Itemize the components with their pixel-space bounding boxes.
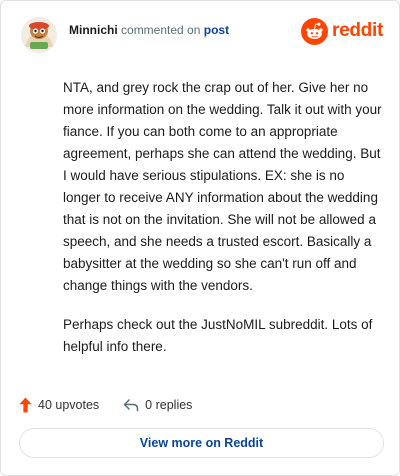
reddit-logo-icon [301, 17, 329, 45]
upvote-button[interactable]: 40 upvotes [19, 397, 99, 413]
view-more-button[interactable]: View more on Reddit [19, 428, 384, 458]
reply-count: 0 replies [145, 398, 193, 412]
comment-actions: 40 upvotes 0 replies [19, 395, 192, 415]
reply-arrow-icon [123, 399, 139, 412]
username[interactable]: Minnichi [69, 23, 118, 37]
post-link[interactable]: post [204, 23, 229, 37]
upvote-count: 40 upvotes [38, 398, 100, 412]
replies-button[interactable]: 0 replies [123, 398, 192, 412]
comment-body: NTA, and grey rock the crap out of her. … [63, 77, 383, 358]
comment-header: Minnichi commented on post reddit [21, 17, 383, 53]
reddit-wordmark: reddit [332, 20, 383, 41]
reddit-brand[interactable]: reddit [301, 17, 383, 45]
comment-paragraph: NTA, and grey rock the crap out of her. … [63, 80, 382, 293]
attribution-verb: commented on [121, 23, 201, 37]
upvote-arrow-icon [19, 397, 32, 413]
comment-attribution: Minnichi commented on post [69, 23, 229, 37]
user-avatar[interactable] [21, 17, 57, 53]
reddit-comment-card: Minnichi commented on post reddit NTA, a… [0, 0, 400, 476]
comment-paragraph: Perhaps check out the JustNoMIL subreddi… [63, 317, 373, 354]
